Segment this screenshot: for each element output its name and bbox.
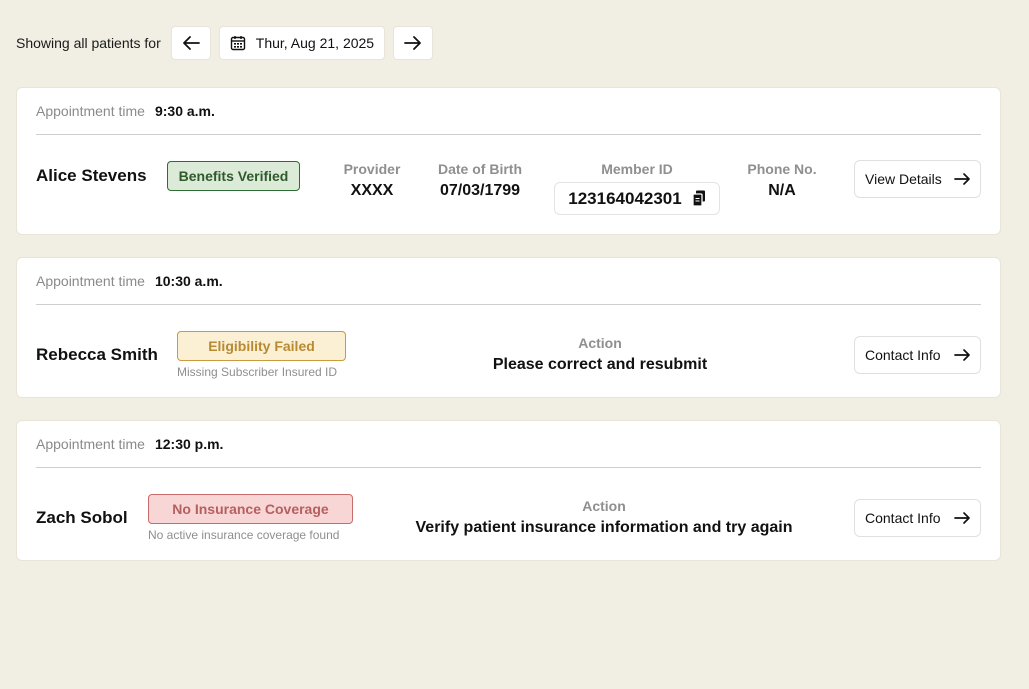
appointment-time-label: Appointment time bbox=[36, 103, 145, 119]
appointment-card: Appointment time 10:30 a.m. Rebecca Smit… bbox=[16, 257, 1001, 398]
patient-name: Rebecca Smith bbox=[36, 345, 158, 364]
phone-label: Phone No. bbox=[747, 161, 817, 177]
provider-field: Provider XXXX bbox=[327, 161, 417, 200]
appointment-time: 12:30 p.m. bbox=[154, 436, 224, 452]
phone-field: Phone No. N/A bbox=[737, 161, 827, 200]
contact-info-button[interactable]: Contact Info bbox=[854, 336, 981, 374]
dob-label: Date of Birth bbox=[438, 161, 522, 177]
calendar-icon bbox=[230, 36, 245, 51]
provider-value: XXXX bbox=[350, 182, 394, 199]
appointment-time-row: Appointment time 9:30 a.m. bbox=[36, 88, 981, 135]
status-badge-no-coverage: No Insurance Coverage bbox=[148, 494, 353, 524]
status-detail: No active insurance coverage found bbox=[148, 528, 340, 542]
action-block: Action Verify patient insurance informat… bbox=[394, 498, 814, 537]
action-block: Action Please correct and resubmit bbox=[400, 335, 800, 374]
previous-day-button[interactable] bbox=[170, 26, 211, 60]
action-text: Verify patient insurance information and… bbox=[415, 519, 793, 536]
date-picker-button[interactable]: Thur, Aug 21, 2025 bbox=[218, 26, 386, 60]
selected-date: Thur, Aug 21, 2025 bbox=[255, 35, 375, 51]
appointment-time-row: Appointment time 12:30 p.m. bbox=[36, 421, 981, 468]
member-id-value: 123164042301 bbox=[568, 188, 682, 208]
member-id-field: Member ID bbox=[554, 161, 720, 177]
dob-value: 07/03/1799 bbox=[439, 182, 521, 199]
showing-label: Showing all patients for bbox=[16, 35, 161, 51]
patient-name: Zach Sobol bbox=[36, 508, 128, 527]
date-navigation: Showing all patients for Thur, Aug 21, 2… bbox=[16, 26, 434, 60]
patient-name: Alice Stevens bbox=[36, 166, 147, 185]
contact-info-button[interactable]: Contact Info bbox=[854, 499, 981, 537]
action-label: Action bbox=[578, 335, 622, 351]
member-id-box: 123164042301 bbox=[554, 182, 720, 215]
status-detail: Missing Subscriber Insured ID bbox=[177, 365, 338, 379]
appointment-time-label: Appointment time bbox=[36, 436, 145, 452]
view-details-label: View Details bbox=[865, 171, 942, 187]
arrow-right-icon bbox=[404, 36, 421, 50]
arrow-right-icon bbox=[954, 512, 970, 524]
appointment-time-label: Appointment time bbox=[36, 273, 145, 289]
dob-field: Date of Birth 07/03/1799 bbox=[425, 161, 535, 200]
action-label: Action bbox=[582, 498, 626, 514]
arrow-right-icon bbox=[954, 173, 970, 185]
appointment-card: Appointment time 9:30 a.m. Alice Stevens… bbox=[16, 87, 1001, 235]
appointment-time: 9:30 a.m. bbox=[154, 103, 215, 119]
appointment-time-row: Appointment time 10:30 a.m. bbox=[36, 258, 981, 305]
next-day-button[interactable] bbox=[393, 26, 434, 60]
action-text: Please correct and resubmit bbox=[492, 356, 708, 373]
contact-info-label: Contact Info bbox=[865, 510, 941, 526]
provider-label: Provider bbox=[343, 161, 401, 177]
contact-info-label: Contact Info bbox=[865, 347, 941, 363]
arrow-left-icon bbox=[182, 36, 200, 50]
appointment-card: Appointment time 12:30 p.m. Zach Sobol N… bbox=[16, 420, 1001, 561]
member-id-label: Member ID bbox=[601, 161, 673, 177]
view-details-button[interactable]: View Details bbox=[854, 160, 981, 198]
appointment-time: 10:30 a.m. bbox=[154, 273, 223, 289]
arrow-right-icon bbox=[954, 349, 970, 361]
status-badge-verified: Benefits Verified bbox=[167, 161, 300, 191]
phone-value: N/A bbox=[768, 182, 796, 199]
copy-icon[interactable] bbox=[692, 190, 706, 207]
status-badge-failed: Eligibility Failed bbox=[177, 331, 346, 361]
